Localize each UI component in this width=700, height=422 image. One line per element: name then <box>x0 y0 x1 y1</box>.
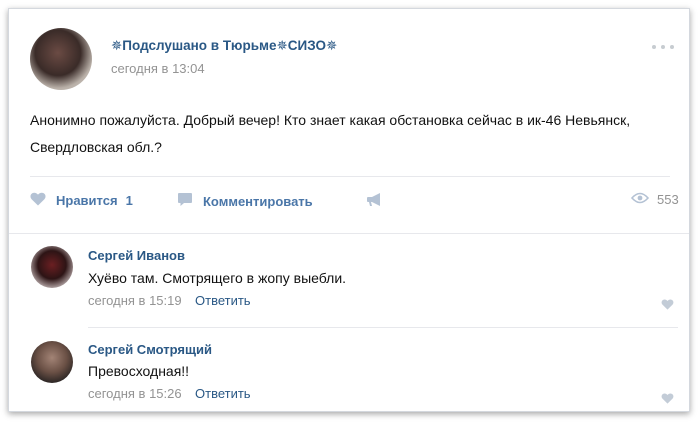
comment-icon <box>177 192 193 210</box>
commenter-avatar[interactable] <box>31 246 73 288</box>
comment-text: Хуёво там. Смотрящего в жопу выебли. <box>88 270 347 286</box>
comment-button[interactable]: Комментировать <box>177 192 313 210</box>
heart-icon[interactable] <box>661 297 674 315</box>
like-button[interactable]: Нравится 1 <box>30 192 133 209</box>
post-time[interactable]: сегодня в 13:04 <box>111 61 205 76</box>
more-icon[interactable] <box>652 44 674 50</box>
comment-author[interactable]: Сергей Иванов <box>88 248 185 263</box>
heart-icon <box>30 192 46 209</box>
divider <box>9 233 689 234</box>
divider <box>30 176 670 177</box>
share-icon <box>366 192 384 210</box>
views-count: 553 <box>657 192 679 207</box>
comment-label: Комментировать <box>203 193 313 209</box>
comment-time[interactable]: сегодня в 15:19 <box>88 293 182 308</box>
comment-text: Превосходная!! <box>88 363 190 379</box>
comment-author[interactable]: Сергей Смотрящий <box>88 342 212 357</box>
divider <box>88 327 678 328</box>
reply-button[interactable]: Ответить <box>195 293 251 308</box>
community-name[interactable]: ✵Подслушано в Тюрьме✵СИЗО✵ <box>111 38 337 54</box>
community-avatar[interactable] <box>30 28 92 90</box>
like-label: Нравится <box>56 193 118 208</box>
heart-icon[interactable] <box>661 391 674 409</box>
reply-button[interactable]: Ответить <box>195 386 251 401</box>
eye-icon <box>630 192 650 207</box>
comment-time[interactable]: сегодня в 15:26 <box>88 386 182 401</box>
post-card: ✵Подслушано в Тюрьме✵СИЗО✵ сегодня в 13:… <box>8 8 690 412</box>
share-button[interactable] <box>366 192 394 210</box>
post-text: Анонимно пожалуйста. Добрый вечер! Кто з… <box>30 112 631 155</box>
commenter-avatar[interactable] <box>31 341 73 383</box>
like-count: 1 <box>125 193 133 208</box>
views-counter: 553 <box>630 192 679 207</box>
